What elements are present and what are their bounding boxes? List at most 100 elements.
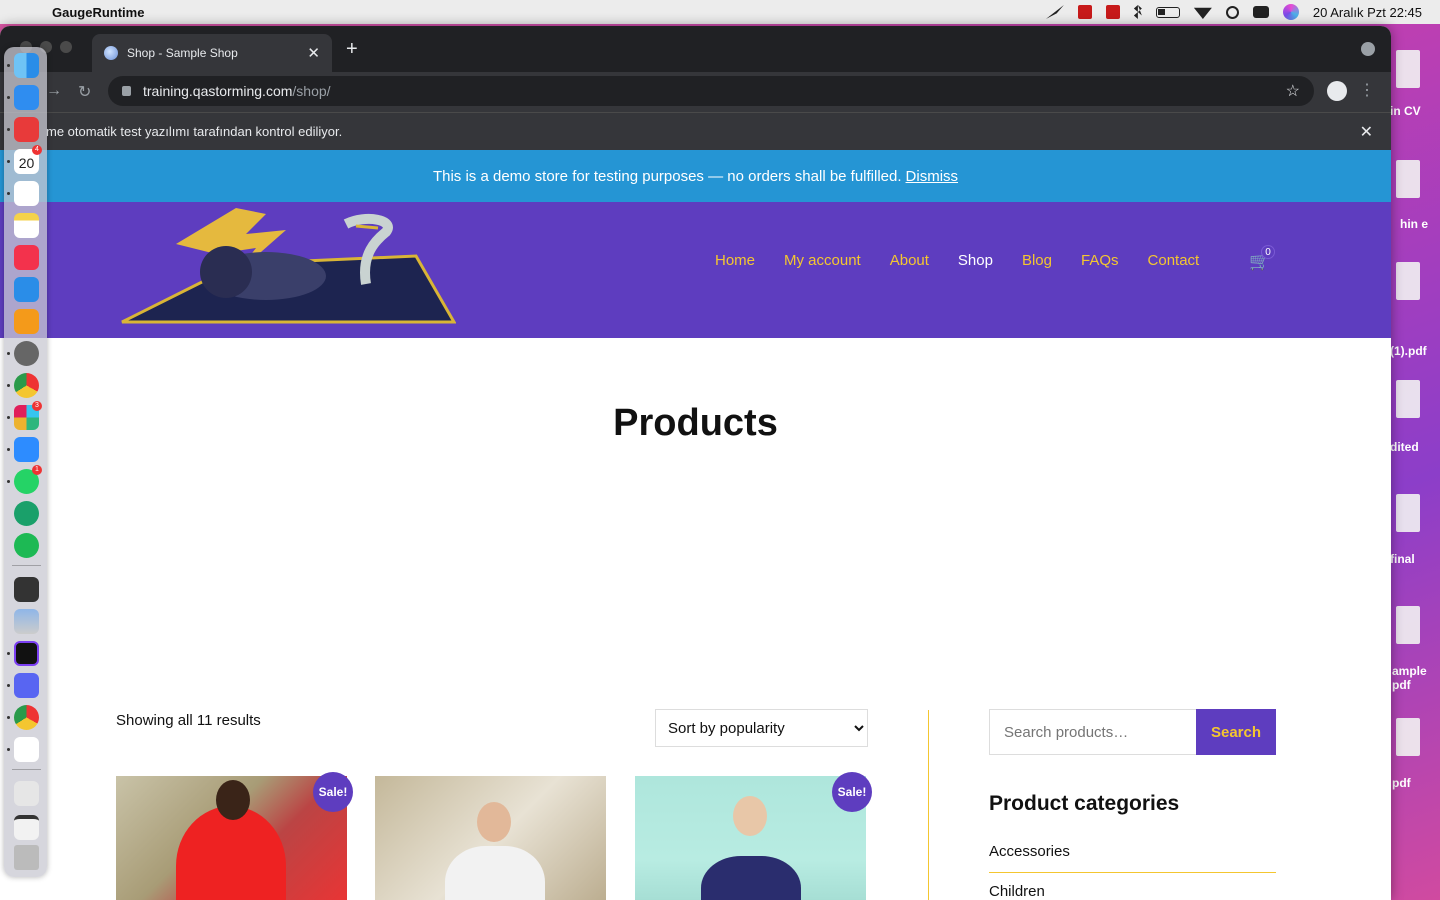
browser-menu-icon[interactable]: ⋮ xyxy=(1359,80,1375,100)
content-sidebar-divider xyxy=(928,710,929,900)
site-logo[interactable] xyxy=(116,204,456,326)
speedometer-app-icon[interactable] xyxy=(14,501,39,526)
desktop-file-icon[interactable] xyxy=(1396,50,1420,88)
app-status-icon[interactable] xyxy=(1077,5,1092,19)
keynote-icon[interactable] xyxy=(14,277,39,302)
menu-bar: GaugeRuntime 20 Aralık Pzt 22:45 xyxy=(0,0,1440,24)
nav-faqs[interactable]: FAQs xyxy=(1081,252,1119,269)
nav-home[interactable]: Home xyxy=(715,252,755,269)
running-indicator xyxy=(7,716,10,719)
airmail-icon[interactable] xyxy=(14,117,39,142)
bluetooth-icon[interactable] xyxy=(1133,5,1142,19)
menu-bar-clock[interactable]: 20 Aralık Pzt 22:45 xyxy=(1313,5,1422,20)
category-link-accessories[interactable]: Accessories xyxy=(989,843,1276,873)
automation-infobar: me otomatik test yazılımı tarafından kon… xyxy=(0,112,1391,150)
whatsapp-badge: 1 xyxy=(32,465,42,475)
wifi-icon[interactable] xyxy=(1193,7,1212,19)
spotify-icon[interactable] xyxy=(14,533,39,558)
desktop-file-label[interactable]: in CV xyxy=(1390,104,1440,118)
running-indicator xyxy=(7,748,10,751)
control-center-icon[interactable] xyxy=(1252,6,1269,18)
desktop-file-icon[interactable] xyxy=(1396,718,1420,756)
finder-icon[interactable] xyxy=(14,53,39,78)
nav-contact[interactable]: Contact xyxy=(1148,252,1200,269)
cart-count-badge: 0 xyxy=(1261,245,1275,259)
product-categories-title: Product categories xyxy=(989,792,1180,815)
pages-icon[interactable] xyxy=(14,309,39,334)
preview-icon[interactable] xyxy=(14,609,39,634)
reload-icon[interactable]: ↻ xyxy=(78,82,91,102)
trash-icon[interactable] xyxy=(14,845,39,870)
running-indicator xyxy=(7,96,10,99)
siri-icon[interactable] xyxy=(1282,4,1299,20)
chrome-icon[interactable] xyxy=(14,373,39,398)
feather-icon[interactable] xyxy=(1045,5,1064,19)
running-indicator xyxy=(7,160,10,163)
battery-icon[interactable] xyxy=(1155,6,1180,18)
spotlight-search-icon[interactable] xyxy=(1225,5,1239,19)
page-title: Products xyxy=(613,402,778,444)
zoom-window-button[interactable] xyxy=(60,41,72,53)
photo-booth-icon[interactable] xyxy=(14,577,39,602)
forward-icon[interactable]: → xyxy=(46,82,62,100)
close-infobar-icon[interactable]: ✕ xyxy=(1360,122,1373,142)
dismiss-notice-link[interactable]: Dismiss xyxy=(906,168,959,185)
url-path: /shop/ xyxy=(292,83,331,99)
running-indicator xyxy=(7,192,10,195)
system-preferences-icon[interactable] xyxy=(14,341,39,366)
music-icon[interactable] xyxy=(14,245,39,270)
running-indicator xyxy=(7,384,10,387)
zoom-icon[interactable] xyxy=(14,437,39,462)
tab-title: Shop - Sample Shop xyxy=(127,46,238,60)
address-bar[interactable]: training.qastorming.com/shop/ ☆ xyxy=(108,76,1314,106)
desktop-file-label[interactable]: hin e xyxy=(1400,217,1440,231)
desktop-file-icon[interactable] xyxy=(1396,494,1420,532)
close-tab-icon[interactable]: ✕ xyxy=(307,44,320,62)
java-icon[interactable] xyxy=(14,737,39,762)
desktop-file-label[interactable]: ample pdf xyxy=(1392,664,1440,692)
category-link-children[interactable]: Children xyxy=(989,883,1276,900)
product-search-button[interactable]: Search xyxy=(1196,709,1276,755)
store-demo-notice: This is a demo store for testing purpose… xyxy=(0,150,1391,202)
window-thumbnail-icon[interactable] xyxy=(14,815,39,840)
lock-icon[interactable] xyxy=(122,86,131,96)
pdf-tool-icon[interactable] xyxy=(1105,5,1120,19)
profile-avatar-icon[interactable] xyxy=(1327,81,1347,101)
product-card-image[interactable] xyxy=(375,776,606,900)
product-search-input[interactable] xyxy=(989,709,1197,755)
desktop-file-icon[interactable] xyxy=(1396,606,1420,644)
automation-notice-text: me otomatik test yazılımı tarafından kon… xyxy=(46,124,343,139)
discord-icon[interactable] xyxy=(14,673,39,698)
desktop-file-icon[interactable] xyxy=(1396,262,1420,300)
nav-blog[interactable]: Blog xyxy=(1022,252,1052,269)
reminders-icon[interactable] xyxy=(14,181,39,206)
desktop-file-label[interactable]: dited xyxy=(1390,440,1440,454)
notes-icon[interactable] xyxy=(14,213,39,238)
nav-my-account[interactable]: My account xyxy=(784,252,861,269)
browser-toolbar: → ↻ training.qastorming.com/shop/ ☆ ⋮ xyxy=(0,72,1391,112)
macos-dock: 20 4 3 1 xyxy=(4,47,47,877)
intellij-icon[interactable] xyxy=(14,641,39,666)
desktop-file-icon[interactable] xyxy=(1396,380,1420,418)
chrome-alt-icon[interactable] xyxy=(14,705,39,730)
active-app-name[interactable]: GaugeRuntime xyxy=(52,5,144,20)
tab-strip: Shop - Sample Shop ✕ + xyxy=(0,26,1391,72)
sort-order-select[interactable]: Sort by popularity xyxy=(655,709,868,747)
desktop-file-label[interactable]: (1).pdf xyxy=(1390,344,1440,358)
tab-search-icon[interactable] xyxy=(1361,42,1375,56)
bookmark-star-icon[interactable]: ☆ xyxy=(1286,81,1300,101)
result-count: Showing all 11 results xyxy=(116,712,261,729)
desktop-file-label[interactable]: pdf xyxy=(1392,776,1440,790)
tab-shop[interactable]: Shop - Sample Shop ✕ xyxy=(92,34,332,72)
product-image-head xyxy=(733,796,767,836)
product-image-head xyxy=(216,780,250,820)
desktop-file-icon[interactable] xyxy=(1396,160,1420,198)
nav-shop[interactable]: Shop xyxy=(958,252,993,269)
nav-about[interactable]: About xyxy=(890,252,929,269)
slack-badge: 3 xyxy=(32,401,42,411)
desktop-file-label[interactable]: final xyxy=(1390,552,1440,566)
mail-icon[interactable] xyxy=(14,85,39,110)
new-tab-icon[interactable]: + xyxy=(346,38,358,61)
document-stack-icon[interactable] xyxy=(14,781,39,806)
running-indicator xyxy=(7,684,10,687)
